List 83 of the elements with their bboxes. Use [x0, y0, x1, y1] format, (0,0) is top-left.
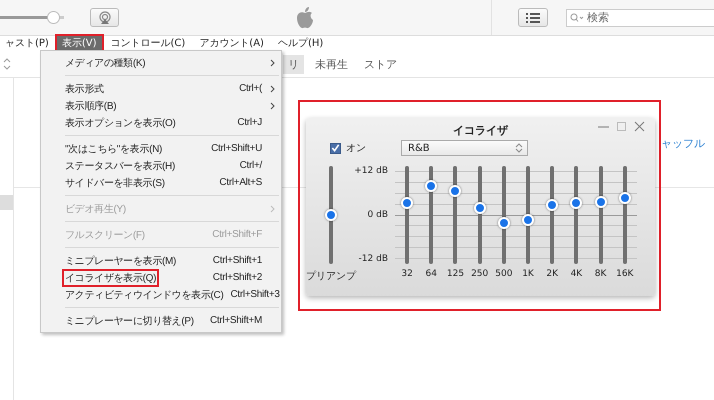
window-title: イコライザ: [453, 122, 508, 138]
search-icon: [570, 12, 584, 22]
list-view-button[interactable]: [518, 8, 548, 27]
checkbox[interactable]: [330, 142, 341, 154]
menu-item[interactable]: 表示オプションを表示(O) Ctrl+J: [41, 114, 281, 131]
checkbox-label: オン: [346, 142, 366, 155]
apple-logo-icon: [295, 6, 315, 30]
menu-item[interactable]: メディアの種類(K): [41, 54, 281, 71]
menu-item-label: アクティビティウインドウを表示(C): [64, 288, 224, 302]
menu-bar-item[interactable]: コントロール(C): [104, 34, 192, 53]
shortcut-label: Ctrl+Shift+M: [210, 315, 262, 326]
tab[interactable]: 未再生: [310, 54, 353, 74]
menu-item-label: メディアの種類(K): [64, 56, 146, 70]
slider-label: 32: [401, 269, 413, 279]
menu-bar-item[interactable]: ャスト(P): [0, 34, 55, 53]
shortcut-label: Ctrl+Shift+3: [230, 289, 280, 300]
airplay-icon: [98, 10, 112, 24]
shortcut-label: Ctrl+(: [239, 83, 262, 94]
menu-item-label: ミニプレーヤーに切り替え(P): [64, 314, 195, 328]
slider-thumb[interactable]: [425, 180, 438, 192]
slider-label: 2K: [546, 269, 558, 279]
shortcut-label: Ctrl+Shift+1: [212, 255, 262, 266]
scale-label: +12 dB: [354, 166, 388, 176]
shortcut-label: Ctrl+Shift+F: [212, 229, 262, 240]
volume-slider[interactable]: [0, 11, 64, 24]
slider-label: 1K: [522, 269, 534, 279]
menu-item-label: フルスクリーン(F): [64, 228, 146, 242]
menu-item[interactable]: 表示形式 Ctrl+(: [41, 80, 281, 97]
slider-label: 8K: [594, 269, 606, 279]
slider-thumb[interactable]: [618, 192, 631, 204]
menu-item-label: 表示形式: [64, 82, 105, 96]
menu-bar-item[interactable]: アカウント(A): [192, 34, 271, 53]
shuffle-link[interactable]: ャッフル: [661, 136, 705, 151]
stepper-icon[interactable]: [3, 58, 11, 70]
menu-item-label: "次はこちら"を表示(N): [64, 142, 164, 156]
slider-thumb[interactable]: [594, 196, 607, 208]
menu-item[interactable]: イコライザを表示(Q) Ctrl+Shift+2: [41, 269, 281, 286]
stepper-icon: [515, 143, 523, 153]
tab[interactable]: リ: [283, 54, 304, 74]
shortcut-label: Ctrl+Shift+2: [212, 272, 262, 283]
menu-item[interactable]: "次はこちら"を表示(N) Ctrl+Shift+U: [41, 140, 281, 157]
slider-label: プリアンプ: [306, 270, 356, 283]
slider-thumb[interactable]: [401, 197, 414, 210]
menu-item-label: 表示順序(B): [64, 100, 118, 114]
preset-dropdown[interactable]: R&B: [401, 140, 528, 156]
tab[interactable]: ストア: [359, 54, 402, 74]
slider-label: 250: [471, 269, 488, 279]
menu-item[interactable]: サイドバーを非表示(S) Ctrl+Alt+S: [41, 174, 281, 191]
slider-label: 125: [446, 269, 464, 279]
slider-thumb[interactable]: [325, 209, 337, 221]
menu-item[interactable]: ミニプレーヤーに切り替え(P) Ctrl+Shift+M: [41, 312, 281, 329]
slider-thumb[interactable]: [522, 214, 534, 226]
shortcut-label: Ctrl+/: [240, 160, 262, 171]
slider-thumb[interactable]: [449, 184, 462, 196]
slider-thumb[interactable]: [546, 199, 558, 212]
checkmark-icon: [331, 143, 340, 153]
scale-label: 0 dB: [368, 210, 388, 220]
shortcut-label: Ctrl+Alt+S: [219, 177, 262, 188]
menu-item-label: 表示オプションを表示(O): [64, 116, 177, 130]
airplay-button[interactable]: [90, 8, 119, 27]
menu-item[interactable]: ステータスバーを表示(H) Ctrl+/: [41, 157, 281, 174]
menu-item[interactable]: 表示順序(B): [41, 97, 281, 114]
slider-label: 64: [426, 269, 437, 279]
scale-label: -12 dB: [358, 254, 388, 264]
menu-item-label: ミニプレーヤーを表示(M): [64, 254, 178, 268]
menu-item[interactable]: アクティビティウインドウを表示(C) Ctrl+Shift+3: [41, 286, 281, 303]
slider-thumb[interactable]: [498, 216, 510, 229]
menu-item-label: サイドバーを非表示(S): [64, 176, 166, 190]
menu-item[interactable]: ミニプレーヤーを表示(M) Ctrl+Shift+1: [41, 252, 281, 269]
list-icon: [526, 12, 540, 22]
slider-thumb[interactable]: [474, 202, 486, 214]
shortcut-label: Ctrl+Shift+U: [211, 143, 262, 154]
shortcut-label: Ctrl+J: [237, 117, 262, 128]
menu-item-label: ステータスバーを表示(H): [64, 160, 176, 174]
slider-label: 4K: [570, 269, 582, 279]
search-field[interactable]: 検索: [566, 8, 714, 26]
menu-item-label: ビデオ再生(Y): [64, 202, 127, 216]
menu-bar-item[interactable]: ヘルプ(H): [270, 34, 330, 53]
close-icon[interactable]: [634, 121, 645, 132]
slider-label: 16K: [616, 269, 634, 279]
slider-label: 500: [495, 269, 512, 279]
menu-item-label: イコライザを表示(Q): [62, 268, 160, 286]
slider-thumb[interactable]: [570, 197, 582, 210]
